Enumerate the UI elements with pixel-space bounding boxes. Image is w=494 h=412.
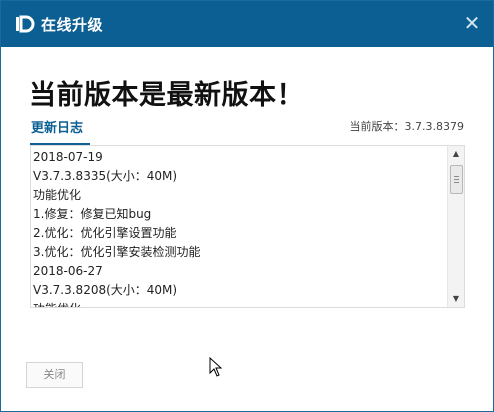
changelog-line: 功能优化 [33, 188, 82, 202]
changelog-line: 1.修复：修复已知bug [33, 207, 152, 221]
tab-changelog[interactable]: 更新日志 [31, 117, 83, 136]
scroll-grip-line [454, 179, 459, 180]
status-headline: 当前版本是最新版本！ [29, 80, 304, 111]
current-version-label: 当前版本：3.7.3.8379 [349, 120, 464, 133]
close-button[interactable]: 关闭 [26, 362, 83, 388]
upgrade-dialog: 在线升级 ✕ 当前版本是最新版本！ 更新日志 当前版本：3.7.3.8379 2… [0, 0, 494, 412]
app-logo-icon [16, 15, 35, 33]
mouse-cursor-icon [209, 357, 223, 377]
changelog-line: 2018-07-19 [33, 150, 103, 164]
changelog-line: 2.优化：优化引擎设置功能 [33, 226, 177, 240]
changelog-line: V3.7.3.8208(大小：40M) [33, 283, 178, 297]
scroll-down-arrow-icon[interactable]: ▼ [448, 291, 464, 307]
scroll-grip-line [454, 182, 459, 183]
window-title: 在线升级 [41, 16, 104, 34]
scroll-up-arrow-icon[interactable]: ▲ [448, 146, 464, 162]
changelog-list: 2018-07-19 V3.7.3.8335(大小：40M) 功能优化 1.修复… [33, 148, 445, 307]
changelog-line: 3.优化：优化引擎安装检测功能 [33, 245, 201, 259]
scroll-thumb[interactable] [450, 165, 463, 194]
changelog-line: 功能优化 [33, 300, 445, 307]
changelog-line: 2018-06-27 [33, 264, 103, 278]
close-icon[interactable]: ✕ [461, 12, 483, 34]
changelog-scroll-area[interactable]: 2018-07-19 V3.7.3.8335(大小：40M) 功能优化 1.修复… [30, 145, 465, 308]
scroll-grip-line [454, 176, 459, 177]
vertical-scrollbar[interactable]: ▲ ▼ [447, 146, 464, 307]
title-bar[interactable]: 在线升级 ✕ [1, 1, 493, 47]
changelog-line: V3.7.3.8335(大小：40M) [33, 169, 178, 183]
